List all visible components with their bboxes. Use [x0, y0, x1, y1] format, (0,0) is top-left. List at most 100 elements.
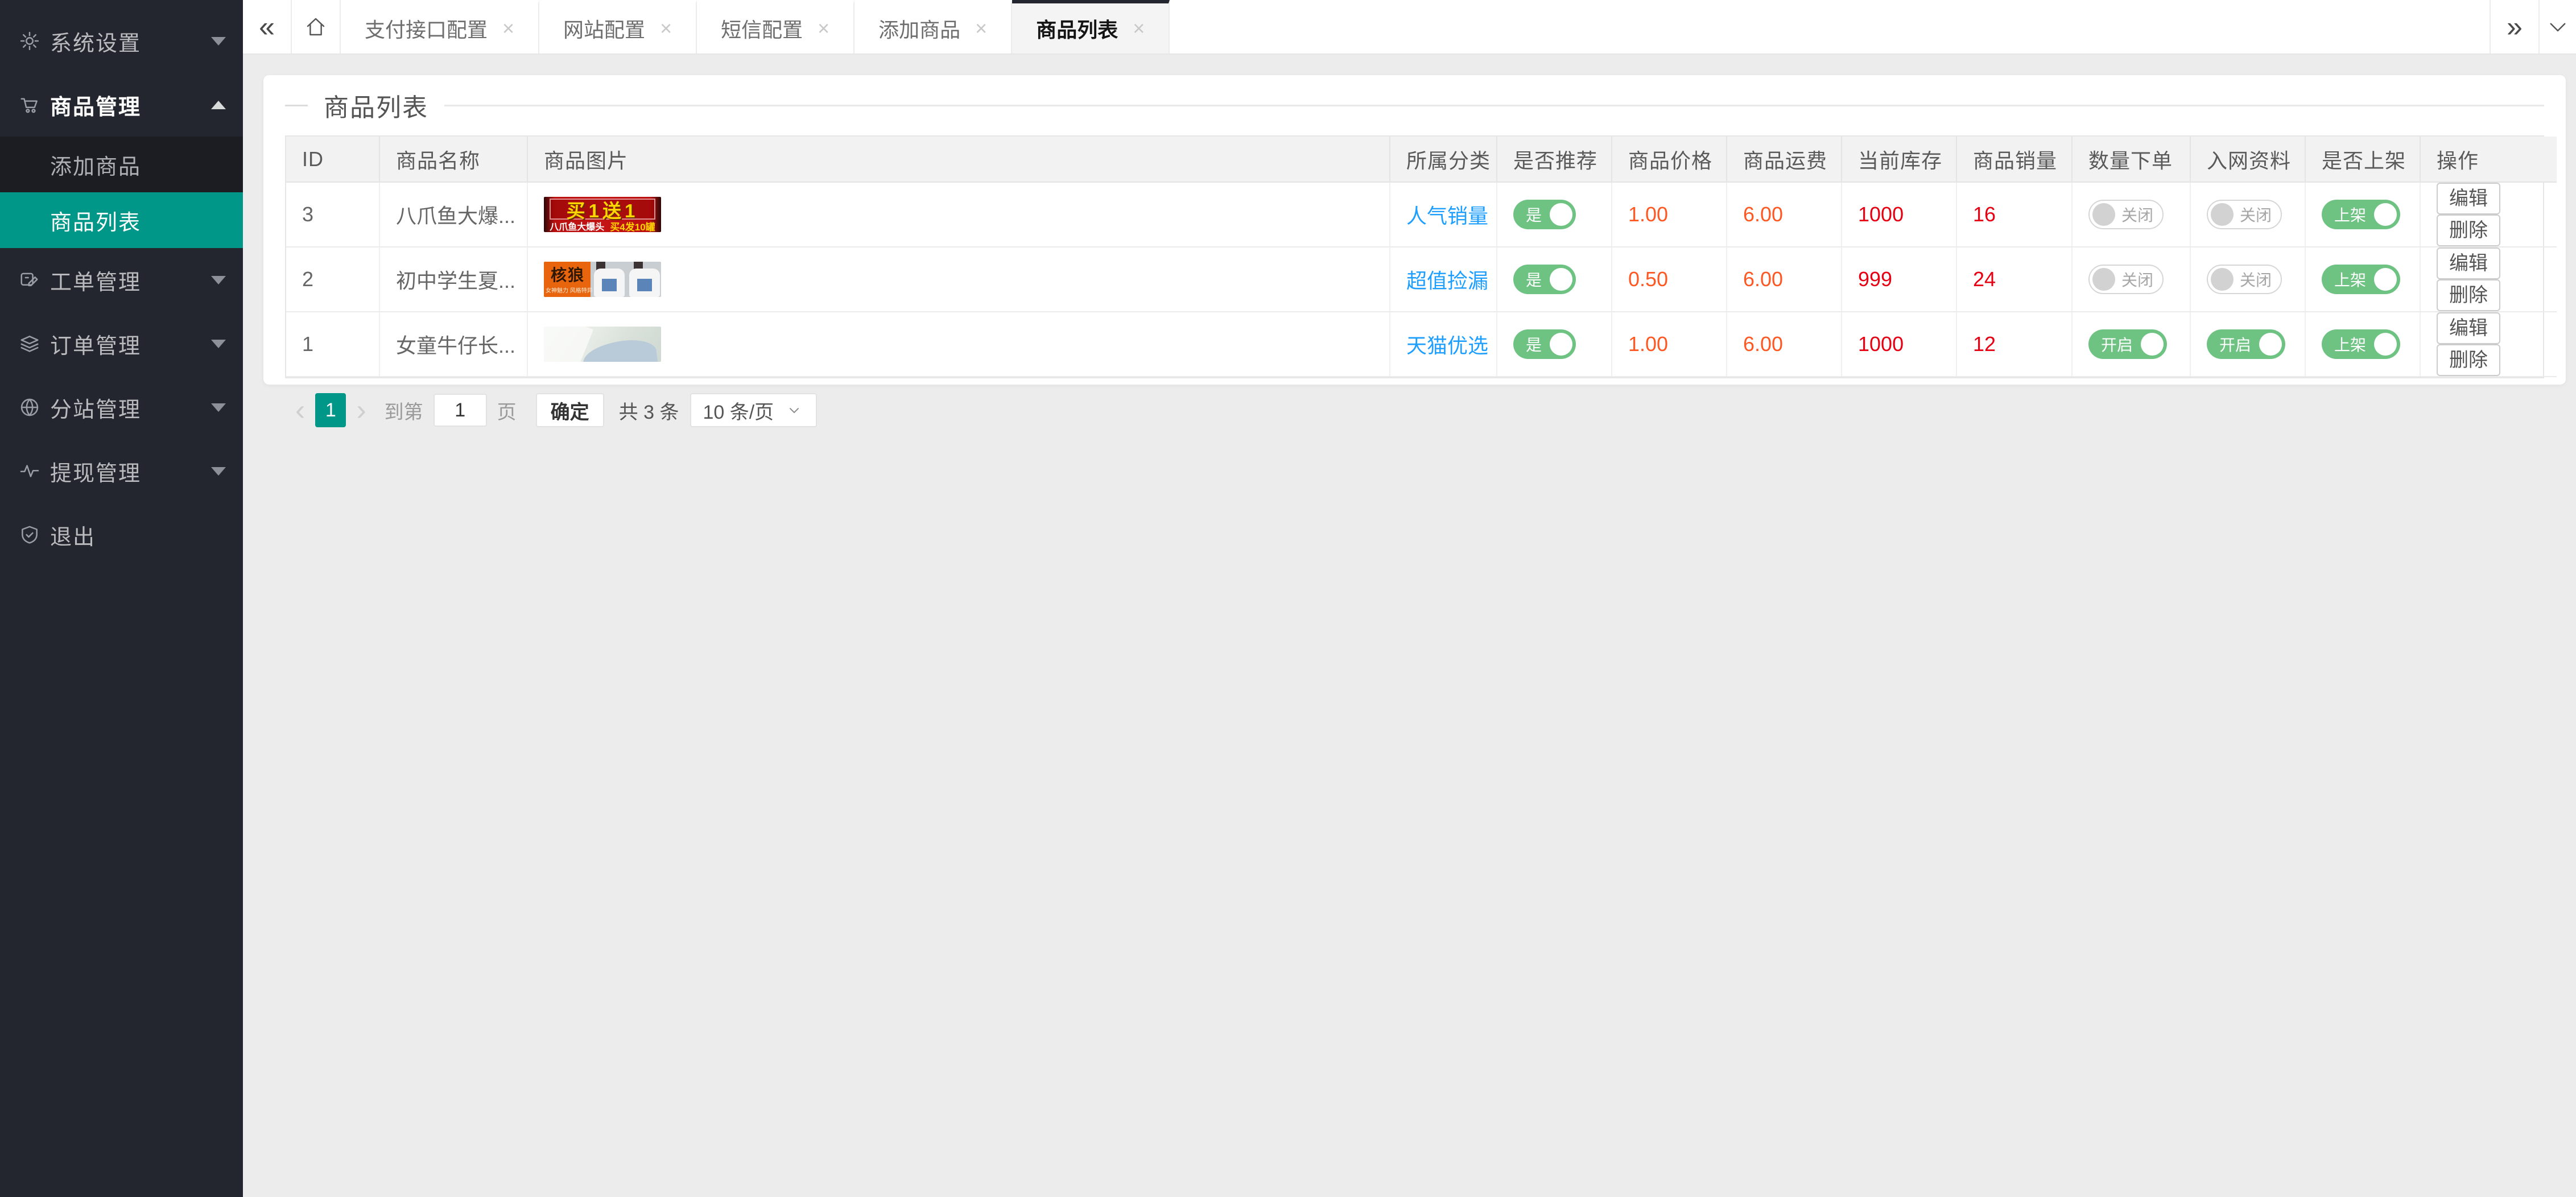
shirt-decor: [629, 269, 660, 297]
panel-title-row: 商品列表: [285, 75, 2544, 135]
sidebar-item-system-settings[interactable]: 系统设置: [0, 9, 243, 73]
sidebar-item-product-list[interactable]: 商品列表: [0, 192, 243, 248]
shirt-decor: [594, 269, 625, 297]
chevron-down-icon: [211, 36, 226, 46]
recommend-toggle[interactable]: 是: [1513, 265, 1576, 294]
edit-button[interactable]: 编辑: [2437, 247, 2500, 279]
tab-add-product[interactable]: 添加商品 ×: [854, 0, 1013, 53]
column-header-label: 入网资料: [2207, 148, 2292, 172]
tabs-scroll-left-button[interactable]: «: [243, 0, 292, 53]
table-cell: 2: [286, 247, 380, 312]
tabs-menu-button[interactable]: [2538, 0, 2576, 53]
sidebar-item-order-management[interactable]: 订单管理: [0, 312, 243, 375]
sidebar-item-logout[interactable]: 退出: [0, 503, 243, 567]
delete-button[interactable]: 删除: [2437, 344, 2500, 376]
recommend-toggle[interactable]: 是: [1513, 329, 1576, 359]
badge-tagline: 女神魅力 风格特异: [546, 288, 593, 294]
column-header: 商品价格: [1612, 137, 1727, 183]
cell-actions: 编辑删除: [2420, 312, 2557, 377]
tab-close-icon[interactable]: ×: [975, 16, 987, 40]
category-link[interactable]: 人气销量: [1406, 204, 1488, 228]
tab-close-icon[interactable]: ×: [1133, 16, 1145, 40]
cell-product-image: [527, 312, 1390, 377]
table-cell: 上架: [2305, 247, 2421, 312]
toggle-knob: [2211, 268, 2234, 291]
cell-stock: 1000: [1858, 203, 1904, 226]
edit-button[interactable]: 编辑: [2437, 183, 2500, 214]
tab-close-icon[interactable]: ×: [502, 16, 514, 40]
listed-toggle[interactable]: 上架: [2322, 200, 2401, 229]
sidebar-item-product-management[interactable]: 商品管理: [0, 73, 243, 137]
listed-toggle[interactable]: 上架: [2322, 329, 2401, 359]
sidebar-item-label: 商品管理: [50, 95, 142, 119]
goto-confirm-button[interactable]: 确定: [535, 393, 604, 427]
delete-button[interactable]: 删除: [2437, 279, 2500, 311]
tab-sms-config[interactable]: 短信配置 ×: [697, 0, 855, 53]
table-cell: 3: [286, 182, 380, 247]
listed-toggle[interactable]: 上架: [2322, 265, 2401, 294]
network-info-toggle[interactable]: 关闭: [2207, 200, 2282, 229]
recommend-toggle[interactable]: 是: [1513, 200, 1576, 229]
pagination-next-button[interactable]: ›: [346, 395, 376, 425]
sidebar-item-work-order-management[interactable]: 工单管理: [0, 248, 243, 312]
cell-price: 0.50: [1628, 267, 1669, 291]
cell-price: 1.00: [1628, 203, 1669, 226]
goto-page-input[interactable]: [433, 394, 487, 427]
tab-home[interactable]: [292, 0, 341, 53]
table-body: 3 八爪鱼大爆... 买1送1 八爪鱼大爆头 买4发10罐 人气销量是 1.00 6.00 10…: [286, 182, 2557, 377]
product-image: 核狼 女神魅力 风格特异: [544, 262, 661, 297]
column-header: 商品销量: [1956, 137, 2073, 183]
total-count-label: 共 3 条: [618, 401, 679, 423]
double-chevron-left-icon: «: [259, 11, 275, 43]
content-area: 商品列表 ID 商品名称 商品图片 所属分类 是否推荐 商品价格 商品运费 当前…: [243, 55, 2576, 1197]
globe-icon: [17, 395, 42, 420]
table-cell: 6.00: [1727, 182, 1842, 247]
table-cell: 初中学生夏...: [379, 247, 528, 312]
table-cell: 开启: [2190, 312, 2306, 377]
cell-product-name: 初中学生夏...: [396, 269, 516, 292]
cell-shipping: 6.00: [1743, 332, 1784, 356]
delete-button[interactable]: 删除: [2437, 214, 2500, 246]
pagination-prev-button[interactable]: ‹: [285, 395, 315, 425]
tabs-scroll-right-button[interactable]: »: [2490, 0, 2538, 53]
category-link[interactable]: 天猫优选: [1406, 334, 1488, 357]
toggle-knob: [1550, 203, 1573, 226]
tab-site-config[interactable]: 网站配置 ×: [539, 0, 697, 53]
table-cell: 关闭: [2190, 247, 2306, 312]
table-cell: 上架: [2305, 182, 2421, 247]
table-cell: 12: [1956, 312, 2073, 377]
cell-sales: 24: [1973, 267, 1996, 291]
table-cell: 天猫优选: [1390, 312, 1497, 377]
sidebar-item-withdrawal-management[interactable]: 提现管理: [0, 439, 243, 503]
tabbar: « 支付接口配置 × 网站配置 × 短信配置 × 添加商品 × 商品列表 × »: [243, 0, 2576, 55]
sidebar-item-label: 提现管理: [50, 461, 142, 486]
toggle-label: 是: [1526, 271, 1542, 289]
table-cell: 上架: [2305, 312, 2421, 377]
network-info-toggle[interactable]: 开启: [2207, 329, 2286, 359]
page-size-select[interactable]: 10 条/页: [690, 393, 818, 427]
tab-product-list[interactable]: 商品列表 ×: [1012, 0, 1170, 53]
quantity-order-toggle[interactable]: 开启: [2088, 329, 2168, 359]
tab-payment-api-config[interactable]: 支付接口配置 ×: [341, 0, 540, 53]
sidebar-item-label: 分站管理: [50, 398, 142, 422]
column-header: 商品运费: [1727, 137, 1842, 183]
toggle-label: 开启: [2101, 336, 2133, 354]
promo-line2a: 八爪鱼大爆头: [550, 222, 605, 232]
toggle-label: 关闭: [2240, 207, 2272, 224]
network-info-toggle[interactable]: 关闭: [2207, 265, 2282, 294]
cell-id: 3: [302, 203, 314, 226]
sidebar-item-substation-management[interactable]: 分站管理: [0, 375, 243, 439]
cell-shipping: 6.00: [1743, 203, 1784, 226]
quantity-order-toggle[interactable]: 关闭: [2088, 200, 2164, 229]
sidebar-item-add-product[interactable]: 添加商品: [0, 137, 243, 192]
chevron-down-icon: [211, 275, 226, 284]
pagination-page-1-button[interactable]: 1: [315, 393, 346, 427]
edit-button[interactable]: 编辑: [2437, 312, 2500, 344]
shield-icon: [17, 522, 42, 547]
tab-close-icon[interactable]: ×: [660, 16, 672, 40]
quantity-order-toggle[interactable]: 关闭: [2088, 265, 2164, 294]
tab-close-icon[interactable]: ×: [818, 16, 829, 40]
pagination: ‹ 1 › 到第 页 确定 共 3 条 10 条/页: [285, 393, 2544, 427]
category-link[interactable]: 超值捡漏: [1406, 269, 1488, 292]
sidebar-item-label: 订单管理: [50, 334, 142, 358]
